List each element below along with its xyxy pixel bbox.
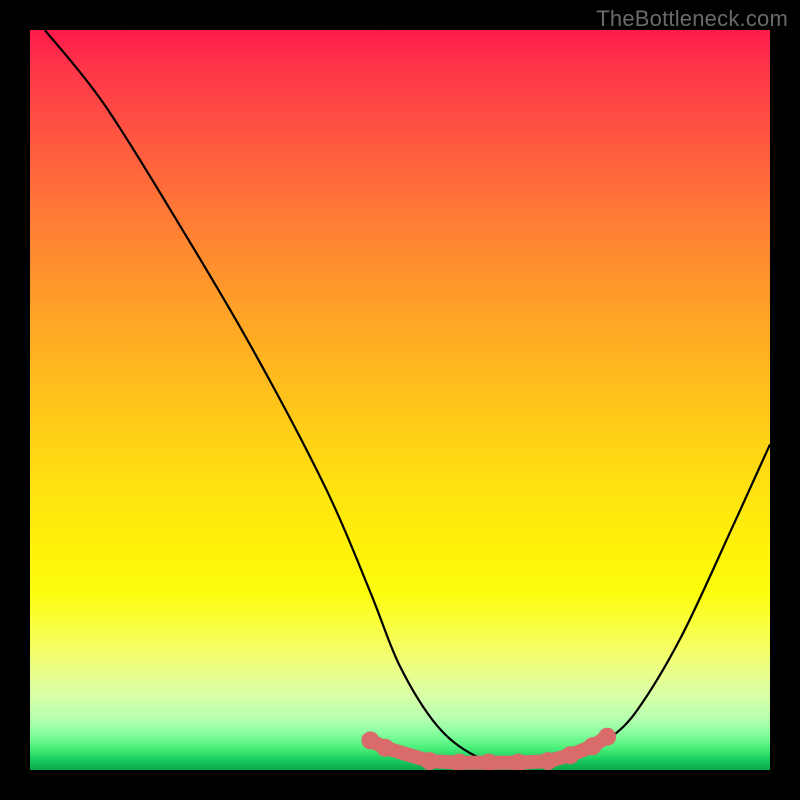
highlight-marker — [598, 728, 616, 746]
highlight-marker — [376, 739, 394, 757]
highlight-marker — [583, 737, 601, 755]
watermark-text: TheBottleneck.com — [596, 6, 788, 32]
highlight-marker — [421, 752, 439, 770]
highlight-marker — [539, 752, 557, 770]
bottleneck-curve-path — [45, 30, 770, 764]
chart-container: TheBottleneck.com — [0, 0, 800, 800]
plot-area — [30, 30, 770, 770]
bottleneck-curve-group — [45, 30, 770, 764]
highlight-markers-group — [361, 728, 616, 770]
curve-svg — [30, 30, 770, 770]
highlight-marker — [561, 746, 579, 764]
